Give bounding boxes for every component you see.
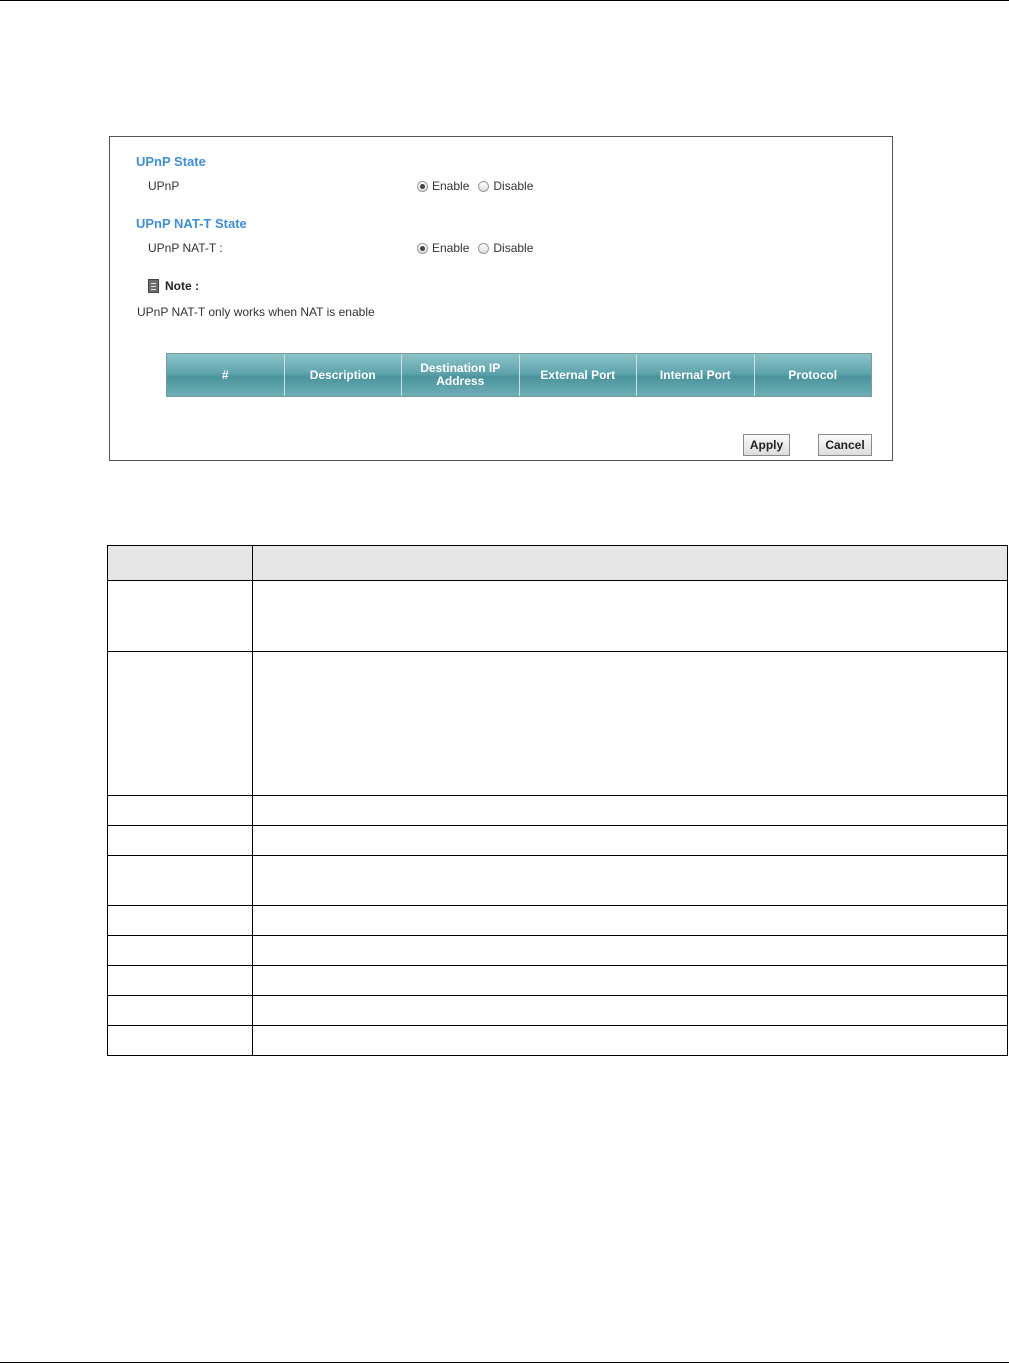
nat-t-enable-radio[interactable] [417,242,428,254]
nat-t-disable-radio[interactable] [478,242,490,254]
table-cell [252,580,1008,652]
port-mapping-table-header: # Description Destination IP Address Ext… [166,353,872,397]
upnp-disable-radio[interactable] [478,180,490,192]
upnp-screen: UPnP State UPnP Enable Disable UPnP NAT-… [109,136,893,461]
table-row [107,935,1008,966]
table-row [107,580,1008,652]
note-title: Note : [165,279,199,293]
table-cell [252,965,1008,996]
column-header-description: Description [285,354,402,396]
table-row [107,965,1008,996]
table-cell [252,905,1008,936]
column-header-protocol: Protocol [788,367,838,382]
upnp-radio-group: Enable Disable [417,179,542,193]
upnp-enable-label: Enable [432,179,470,193]
page-bottom-rule [0,1362,1009,1363]
column-header-index: # [167,354,285,396]
table-cell [252,795,1008,826]
table-header-row [107,545,1008,581]
table-cell [107,795,253,826]
table-cell [252,855,1008,906]
table-cell [107,580,253,652]
table-row [107,855,1008,906]
table-row [107,1025,1008,1056]
apply-button[interactable]: Apply [743,434,790,456]
page-top-rule [0,0,1009,1]
table-cell [107,995,253,1026]
cancel-button[interactable]: Cancel [818,434,872,456]
table-cell [252,935,1008,966]
upnp-enable-radio[interactable] [417,180,428,192]
upnp-disable-label: Disable [493,179,534,193]
note-heading: Note : [148,279,199,293]
upnp-label: UPnP [148,179,180,193]
upnp-state-title: UPnP State [136,154,206,169]
column-header-external-port: External Port [520,354,637,396]
table-row [107,995,1008,1026]
table-cell [107,825,253,856]
table-cell [107,935,253,966]
note-text: UPnP NAT-T only works when NAT is enable [137,305,375,319]
nat-t-disable-label: Disable [493,241,534,255]
table-header-cell [107,545,253,581]
table-cell [252,825,1008,856]
note-icon [148,279,159,293]
table-cell [252,651,1008,796]
table-cell [107,1025,253,1056]
table-cell [252,995,1008,1026]
table-row [107,825,1008,856]
field-description-table [107,545,1008,1056]
column-header-destination-ip-label: Destination IP Address [420,361,501,388]
table-row [107,905,1008,936]
table-header-cell [252,545,1008,581]
nat-t-enable-label: Enable [432,241,470,255]
column-header-internal-port: Internal Port [637,354,755,396]
table-row [107,795,1008,826]
table-row [107,651,1008,796]
nat-t-label: UPnP NAT-T : [148,241,223,255]
table-cell [107,855,253,906]
table-cell [107,905,253,936]
nat-t-radio-group: Enable Disable [417,241,542,255]
table-cell [252,1025,1008,1056]
table-cell [107,651,253,796]
table-cell [107,965,253,996]
nat-t-state-title: UPnP NAT-T State [136,216,247,231]
column-header-destination-ip: Destination IP Address [402,354,520,396]
